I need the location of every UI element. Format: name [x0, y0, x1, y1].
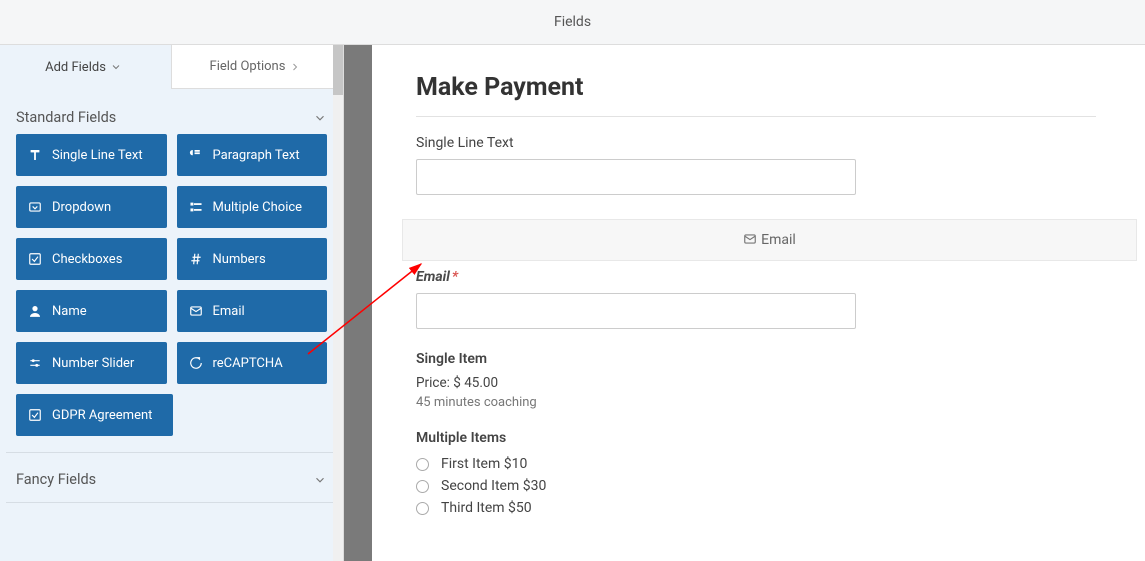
section-standard-fields[interactable]: Standard Fields: [0, 89, 343, 134]
chevron-right-icon: [289, 61, 301, 73]
radio-option[interactable]: Second Item $30: [416, 478, 1096, 494]
envelope-icon: [743, 232, 757, 246]
field-name[interactable]: Name: [16, 290, 167, 332]
tab-add-fields-label: Add Fields: [45, 60, 106, 75]
field-multiple-choice[interactable]: Multiple Choice: [177, 186, 328, 228]
radio-option[interactable]: First Item $10: [416, 456, 1096, 472]
sidebar-scrollbar-track[interactable]: [333, 45, 343, 561]
sidebar-scrollbar-thumb[interactable]: [333, 45, 343, 95]
email-label: Email*: [416, 269, 1096, 285]
checkbox-icon: [28, 252, 42, 266]
form-title: Make Payment: [416, 73, 1096, 117]
field-checkboxes[interactable]: Checkboxes: [16, 238, 167, 280]
single-item-price: Price: $ 45.00: [416, 375, 1096, 391]
sliders-icon: [28, 356, 42, 370]
field-email[interactable]: Email: [177, 290, 328, 332]
radio-option[interactable]: Third Item $50: [416, 500, 1096, 516]
preview-field-multiple-items[interactable]: Multiple Items First Item $10 Second Ite…: [416, 430, 1096, 516]
radio-icon: [416, 480, 429, 493]
single-line-label: Single Line Text: [416, 135, 1096, 151]
section-fancy-fields[interactable]: Fancy Fields: [6, 453, 337, 503]
check-square-icon: [28, 408, 42, 422]
radio-icon: [416, 458, 429, 471]
email-input[interactable]: [416, 293, 856, 329]
multiple-items-label: Multiple Items: [416, 430, 1096, 446]
field-single-line-text[interactable]: Single Line Text: [16, 134, 167, 176]
google-icon: [189, 356, 203, 370]
hash-icon: [189, 252, 203, 266]
form-preview: Make Payment Single Line Text Email Emai…: [372, 45, 1145, 561]
text-icon: [28, 148, 42, 162]
tab-field-options-label: Field Options: [210, 59, 286, 74]
fields-sidebar: Add Fields Field Options Standard Fields…: [0, 45, 344, 561]
paragraph-icon: [189, 148, 203, 162]
preview-field-single-item[interactable]: Single Item Price: $ 45.00 45 minutes co…: [416, 351, 1096, 410]
section-standard-label: Standard Fields: [16, 109, 116, 126]
chevron-down-icon: [110, 61, 122, 73]
field-paragraph-text[interactable]: Paragraph Text: [177, 134, 328, 176]
preview-field-email[interactable]: Email*: [416, 269, 1096, 329]
field-gdpr-agreement[interactable]: GDPR Agreement: [16, 394, 173, 436]
list-icon: [189, 200, 203, 214]
chevron-down-icon: [313, 111, 327, 125]
page-title: Fields: [0, 0, 1145, 44]
field-number-slider[interactable]: Number Slider: [16, 342, 167, 384]
dropdown-icon: [28, 200, 42, 214]
email-drop-placeholder[interactable]: Email: [402, 219, 1137, 261]
user-icon: [28, 304, 42, 318]
section-fancy-label: Fancy Fields: [16, 471, 96, 488]
single-line-input[interactable]: [416, 159, 856, 195]
single-item-desc: 45 minutes coaching: [416, 395, 1096, 410]
field-numbers[interactable]: Numbers: [177, 238, 328, 280]
field-recaptcha[interactable]: reCAPTCHA: [177, 342, 328, 384]
envelope-icon: [189, 304, 203, 318]
tab-add-fields[interactable]: Add Fields: [0, 45, 171, 89]
tab-field-options[interactable]: Field Options: [171, 45, 343, 89]
single-item-label: Single Item: [416, 351, 1096, 367]
preview-field-single-line[interactable]: Single Line Text: [416, 135, 1096, 195]
required-asterisk: *: [452, 269, 458, 285]
chevron-down-icon: [313, 473, 327, 487]
panel-divider: [344, 45, 372, 561]
radio-icon: [416, 502, 429, 515]
field-dropdown[interactable]: Dropdown: [16, 186, 167, 228]
